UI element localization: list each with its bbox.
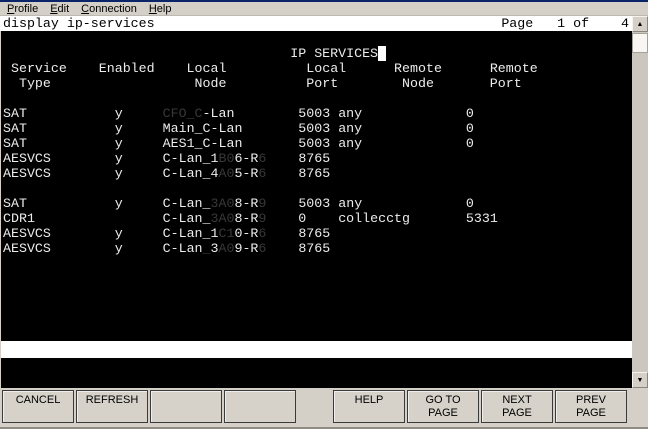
function-key-bar: CANCELREFRESH HELPGO TO PAGENEXT PAGEPREV… bbox=[0, 388, 648, 429]
page-indicator: Page 1 of 4 bbox=[501, 16, 632, 31]
service-row: AESVCS y C-Lan_3A09-R6 8765 bbox=[3, 241, 632, 256]
terminal-screen[interactable]: IP SERVICES Service Enabled Local Local … bbox=[1, 31, 632, 341]
scrollbar-thumb[interactable] bbox=[632, 33, 648, 53]
menu-edit[interactable]: Edit bbox=[44, 2, 75, 16]
menubar: ProfileEditConnectionHelp bbox=[0, 2, 648, 16]
menu-connection[interactable]: Connection bbox=[75, 2, 143, 16]
scrollbar-track[interactable]: ▲ ▼ bbox=[632, 16, 648, 388]
menu-profile[interactable]: Profile bbox=[1, 2, 44, 16]
screen-title-line: IP SERVICES bbox=[3, 46, 632, 61]
scroll-up-icon: ▲ bbox=[637, 21, 644, 28]
service-row: AESVCS y C-Lan_1B06-R6 8765 bbox=[3, 151, 632, 166]
scroll-down-icon: ▼ bbox=[637, 377, 644, 384]
service-row: SAT y C-Lan_3A08-R9 5003 any 0 bbox=[3, 196, 632, 211]
terminal-line bbox=[3, 181, 632, 196]
command-input-line[interactable]: display ip-services Page 1 of 4 bbox=[0, 16, 632, 31]
table-header-line: Type Node Port Node Port bbox=[3, 76, 632, 91]
service-row: CDR1 C-Lan_3A08-R9 0 collecctg 5331 bbox=[3, 211, 632, 226]
menu-help[interactable]: Help bbox=[143, 2, 178, 16]
service-row: SAT y CFO_C-Lan 5003 any 0 bbox=[3, 106, 632, 121]
fkey-blank-3[interactable] bbox=[150, 390, 222, 423]
text-cursor bbox=[378, 46, 386, 61]
terminal-line bbox=[3, 91, 632, 106]
message-line bbox=[1, 341, 632, 358]
scroll-up-button[interactable]: ▲ bbox=[632, 16, 648, 32]
service-row: SAT y AES1_C-Lan 5003 any 0 bbox=[3, 136, 632, 151]
fkey-prev-page[interactable]: PREV PAGE bbox=[555, 390, 627, 423]
fkey-spacer bbox=[298, 390, 333, 391]
terminal-emulator-window: ProfileEditConnectionHelp display ip-ser… bbox=[0, 0, 648, 429]
service-row: AESVCS y C-Lan_4A05-R6 8765 bbox=[3, 166, 632, 181]
fkey-next-page[interactable]: NEXT PAGE bbox=[481, 390, 553, 423]
fkey-go-to-page[interactable]: GO TO PAGE bbox=[407, 390, 479, 423]
fkey-cancel[interactable]: CANCEL bbox=[2, 390, 74, 423]
command-text: display ip-services bbox=[0, 16, 155, 31]
service-row: SAT y Main_C-Lan 5003 any 0 bbox=[3, 121, 632, 136]
fkey-refresh[interactable]: REFRESH bbox=[76, 390, 148, 423]
fkey-blank-4[interactable] bbox=[224, 390, 296, 423]
fkey-help[interactable]: HELP bbox=[333, 390, 405, 423]
table-header-line: Service Enabled Local Local Remote Remot… bbox=[3, 61, 632, 76]
scroll-down-button[interactable]: ▼ bbox=[632, 372, 648, 388]
service-row: AESVCS y C-Lan_1C10-R6 8765 bbox=[3, 226, 632, 241]
terminal-footer-area bbox=[1, 358, 632, 388]
terminal-line bbox=[3, 31, 632, 46]
